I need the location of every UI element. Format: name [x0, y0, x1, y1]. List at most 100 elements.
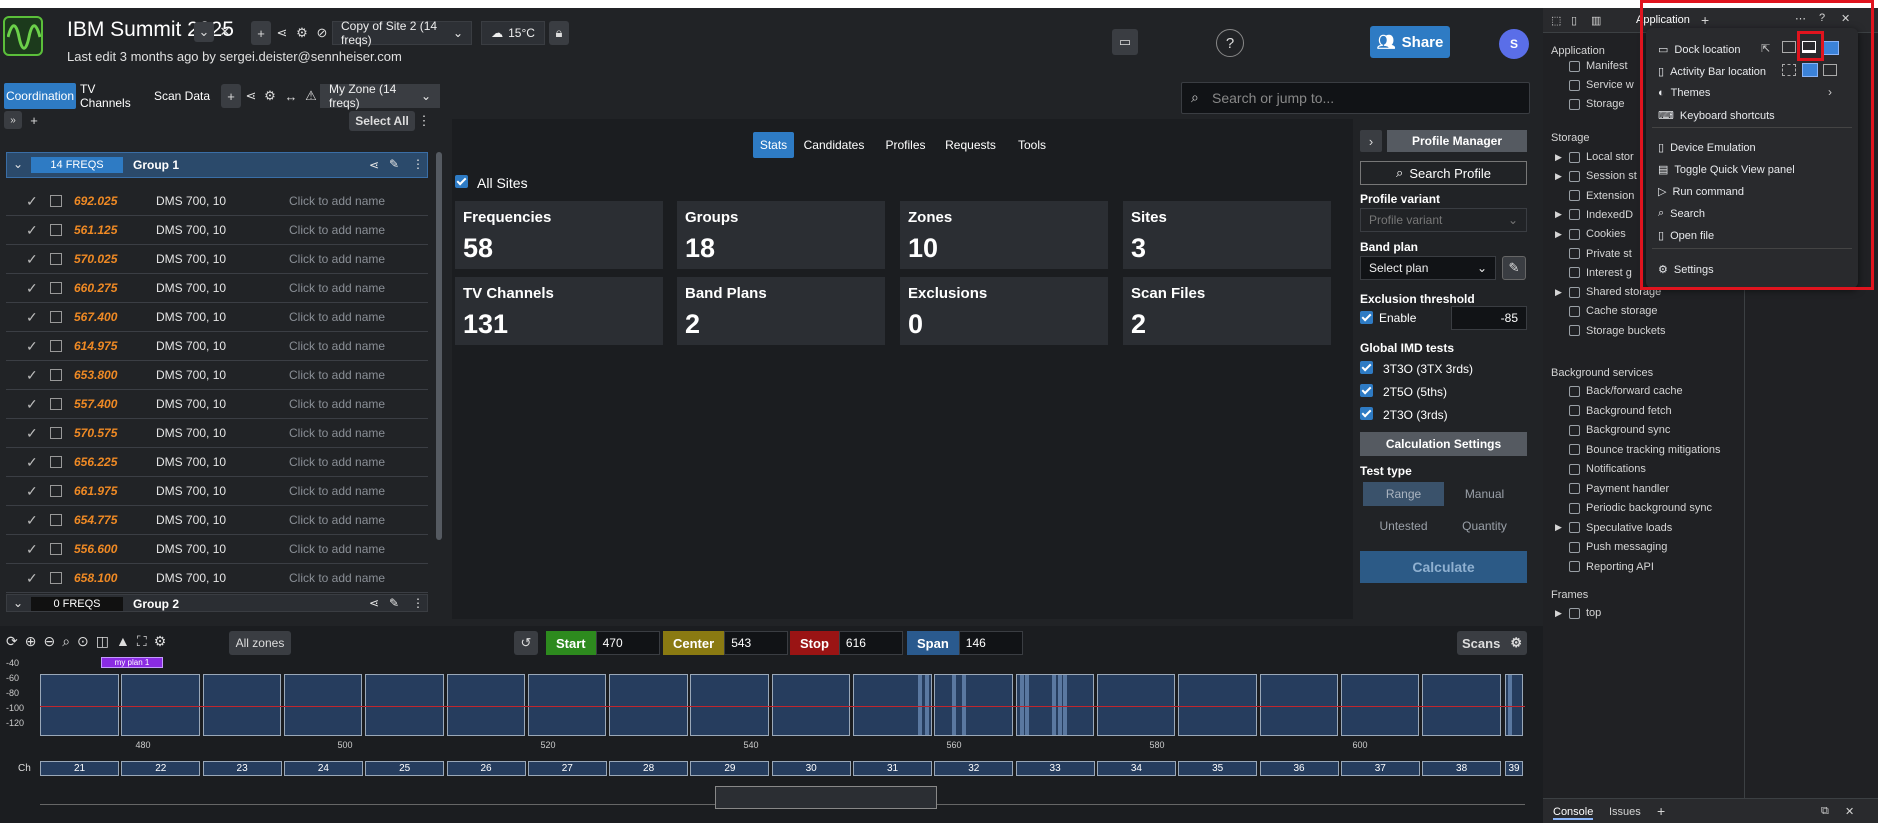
- tree-item[interactable]: Bounce tracking mitigations: [1569, 444, 1721, 456]
- table-row[interactable]: ✓ 556.600 DMS 700, 10 Click to add name: [6, 535, 428, 564]
- tree-item[interactable]: Extension: [1569, 190, 1634, 202]
- test-type-quantity[interactable]: Quantity: [1444, 514, 1525, 538]
- share-icon[interactable]: ⋖: [369, 596, 379, 610]
- channel-name[interactable]: Click to add name: [289, 281, 385, 295]
- threshold-input[interactable]: -85: [1451, 306, 1527, 330]
- frequency-value[interactable]: 567.400: [74, 310, 156, 324]
- frequency-value[interactable]: 614.975: [74, 339, 156, 353]
- row-checkbox[interactable]: [50, 427, 62, 439]
- table-row[interactable]: ✓ 656.225 DMS 700, 10 Click to add name: [6, 448, 428, 477]
- table-row[interactable]: ✓ 692.025 DMS 700, 10 Click to add name: [6, 187, 428, 216]
- tree-item[interactable]: Storage: [1569, 98, 1625, 110]
- scrollbar[interactable]: [436, 152, 442, 540]
- profile-manager-button[interactable]: Profile Manager: [1387, 130, 1527, 152]
- channel-bar[interactable]: [934, 674, 1013, 736]
- tab-candidates[interactable]: Candidates: [794, 132, 874, 158]
- span-value[interactable]: 146: [958, 631, 1023, 655]
- stop-value[interactable]: 616: [838, 631, 903, 655]
- channel-bar[interactable]: [771, 674, 851, 736]
- chevron-right-icon[interactable]: ▶: [1555, 608, 1562, 619]
- span-field[interactable]: Span 146: [907, 631, 1023, 655]
- frequency-value[interactable]: 561.125: [74, 223, 156, 237]
- tab-tools[interactable]: Tools: [1008, 132, 1056, 158]
- table-row[interactable]: ✓ 570.575 DMS 700, 10 Click to add name: [6, 419, 428, 448]
- inspect-icon[interactable]: ⬚: [1551, 14, 1561, 27]
- channel-cell[interactable]: 27: [527, 761, 607, 776]
- zoom-in-icon[interactable]: ⊕: [25, 633, 37, 650]
- close-icon[interactable]: ✕: [216, 22, 234, 42]
- search-input[interactable]: ⌕ Search or jump to...: [1181, 82, 1530, 114]
- add-icon[interactable]: +: [251, 21, 271, 45]
- imd-checkbox[interactable]: [1360, 384, 1373, 397]
- band-plan-select[interactable]: Select plan ⌄: [1360, 256, 1496, 280]
- device-icon[interactable]: ▯: [1571, 14, 1577, 27]
- dock-icon[interactable]: ⧉: [1821, 805, 1829, 818]
- imd-checkbox[interactable]: [1360, 407, 1373, 420]
- edit-icon[interactable]: ✎: [389, 596, 399, 610]
- channel-name[interactable]: Click to add name: [289, 194, 385, 208]
- group-name[interactable]: Group 2: [133, 597, 179, 611]
- table-row[interactable]: ✓ 614.975 DMS 700, 10 Click to add name: [6, 332, 428, 361]
- frame-top[interactable]: ▶ top: [1555, 607, 1601, 619]
- help-icon[interactable]: ?: [1216, 29, 1244, 57]
- channel-cell[interactable]: 35: [1178, 761, 1258, 776]
- channel-name[interactable]: Click to add name: [289, 513, 385, 527]
- row-checkbox[interactable]: [50, 485, 62, 497]
- select-all-button[interactable]: Select All: [349, 111, 415, 131]
- table-row[interactable]: ✓ 654.775 DMS 700, 10 Click to add name: [6, 506, 428, 535]
- frequency-value[interactable]: 653.800: [74, 368, 156, 382]
- search-icon[interactable]: ⌕: [62, 633, 70, 650]
- channel-bar[interactable]: [365, 674, 444, 736]
- row-checkbox[interactable]: [50, 340, 62, 352]
- row-checkbox[interactable]: [50, 369, 62, 381]
- app-logo[interactable]: [3, 16, 43, 56]
- imd-checkbox[interactable]: [1360, 361, 1373, 374]
- zoom-out-icon[interactable]: ⊖: [43, 633, 55, 650]
- target-icon[interactable]: ⊙: [77, 633, 89, 650]
- gear-icon[interactable]: ⚙: [262, 84, 278, 108]
- all-zones-button[interactable]: All zones: [229, 631, 291, 655]
- tree-item[interactable]: ▶ Cookies: [1555, 228, 1626, 240]
- share-button[interactable]: 👥︎ Share: [1370, 26, 1450, 58]
- range-slider-handle[interactable]: [715, 786, 937, 809]
- start-field[interactable]: Start 470: [546, 631, 660, 655]
- tab-requests[interactable]: Requests: [937, 132, 1004, 158]
- channel-name[interactable]: Click to add name: [289, 426, 385, 440]
- refresh-icon[interactable]: ⟳: [6, 633, 18, 650]
- channel-name[interactable]: Click to add name: [289, 252, 385, 266]
- chevron-down-icon[interactable]: ⌄: [13, 596, 23, 610]
- frequency-value[interactable]: 654.775: [74, 513, 156, 527]
- channel-name[interactable]: Click to add name: [289, 484, 385, 498]
- channel-bar[interactable]: [40, 674, 119, 736]
- channel-cell[interactable]: 30: [771, 761, 851, 776]
- frequency-value[interactable]: 570.025: [74, 252, 156, 266]
- share-icon[interactable]: ⋖: [243, 84, 259, 108]
- row-checkbox[interactable]: [50, 224, 62, 236]
- center-field[interactable]: Center 543: [663, 631, 789, 655]
- chevron-right-icon[interactable]: ▶: [1555, 522, 1562, 533]
- chevron-right-icon[interactable]: ▶: [1555, 171, 1562, 182]
- tree-item[interactable]: ▶ Local stor: [1555, 151, 1634, 163]
- tab-console[interactable]: Console: [1553, 806, 1594, 820]
- frequency-value[interactable]: 656.225: [74, 455, 156, 469]
- channel-cell[interactable]: 23: [202, 761, 282, 776]
- avatar[interactable]: S: [1499, 29, 1529, 59]
- channel-cell[interactable]: 28: [609, 761, 689, 776]
- tree-item[interactable]: ▶ Session st: [1555, 170, 1637, 182]
- calculate-button[interactable]: Calculate: [1360, 551, 1527, 583]
- row-checkbox[interactable]: [50, 253, 62, 265]
- channel-name[interactable]: Click to add name: [289, 397, 385, 411]
- channel-bar[interactable]: [1259, 674, 1338, 736]
- tab-tv-channels[interactable]: TV Channels: [80, 82, 148, 110]
- tab-issues[interactable]: Issues: [1609, 806, 1641, 818]
- edit-icon[interactable]: ✎: [389, 157, 399, 171]
- tree-item[interactable]: Push messaging: [1569, 541, 1667, 553]
- frequency-value[interactable]: 661.975: [74, 484, 156, 498]
- table-row[interactable]: ✓ 653.800 DMS 700, 10 Click to add name: [6, 361, 428, 390]
- group-header[interactable]: ⌄ 14 FREQS Group 1 ⋖ ✎ ⋮: [6, 152, 428, 178]
- stop-field[interactable]: Stop 616: [790, 631, 903, 655]
- row-checkbox[interactable]: [50, 543, 62, 555]
- comment-icon[interactable]: ▭: [1112, 29, 1138, 55]
- tree-item[interactable]: Notifications: [1569, 463, 1646, 475]
- tree-item[interactable]: Payment handler: [1569, 483, 1669, 495]
